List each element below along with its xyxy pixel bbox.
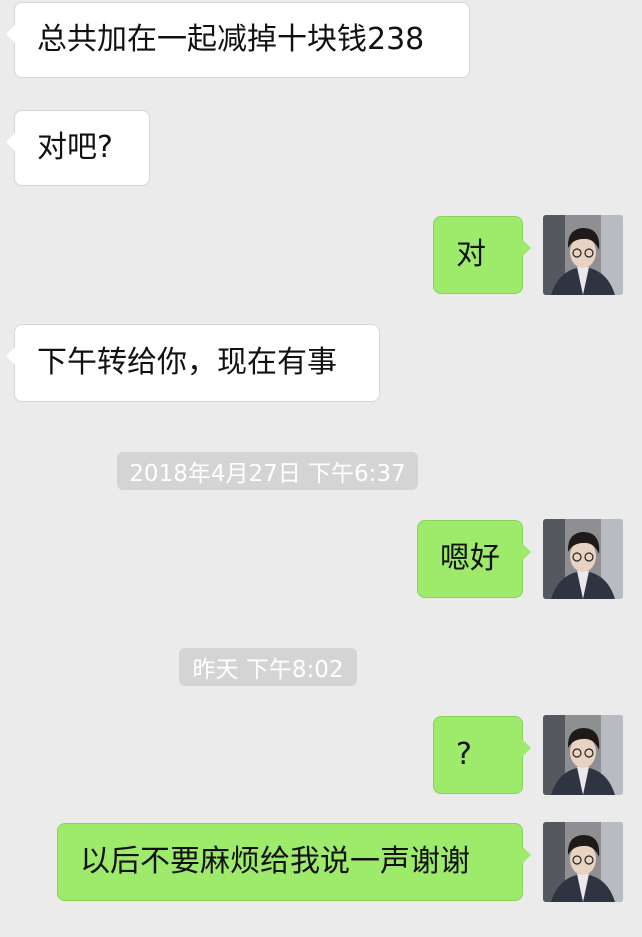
message-bubble-incoming[interactable]: 下午转给你，现在有事	[6, 324, 380, 402]
message-text: 以后不要麻烦给我说一声谢谢	[80, 844, 470, 879]
message-bubble-outgoing[interactable]: 以后不要麻烦给我说一声谢谢	[57, 823, 531, 901]
message-text: 对	[456, 237, 486, 272]
user-avatar-icon	[543, 715, 623, 795]
avatar[interactable]	[543, 822, 623, 902]
message-bubble-outgoing[interactable]: 对	[433, 216, 531, 294]
message-bubble-outgoing[interactable]: 嗯好	[417, 520, 531, 598]
message-text: 对吧?	[37, 130, 113, 165]
message-text: 下午转给你，现在有事	[37, 345, 337, 380]
message-text: 总共加在一起减掉十块钱238	[37, 22, 425, 57]
user-avatar-icon	[543, 215, 623, 295]
user-avatar-icon	[543, 519, 623, 599]
avatar[interactable]	[543, 519, 623, 599]
avatar[interactable]	[543, 215, 623, 295]
message-bubble-incoming[interactable]: 对吧?	[6, 110, 150, 186]
timestamp-text: 2018年4月27日 下午6:37	[129, 461, 406, 487]
timestamp: 2018年4月27日 下午6:37	[117, 452, 418, 490]
timestamp-text: 昨天 下午8:02	[192, 657, 344, 683]
timestamp: 昨天 下午8:02	[179, 648, 357, 686]
message-text: 嗯好	[440, 541, 500, 576]
user-avatar-icon	[543, 822, 623, 902]
message-text: ?	[456, 737, 472, 772]
avatar[interactable]	[543, 715, 623, 795]
message-bubble-outgoing[interactable]: ?	[433, 716, 531, 794]
message-bubble-incoming[interactable]: 总共加在一起减掉十块钱238	[6, 2, 470, 78]
